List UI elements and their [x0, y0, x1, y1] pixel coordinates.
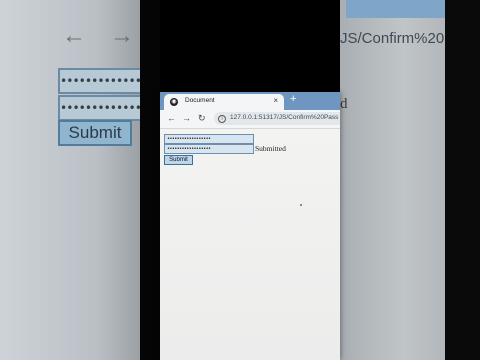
background-password-field: ••••••••••••••••••: [58, 68, 140, 94]
address-bar[interactable]: i 127.0.0.1:51317/JS/Confirm%20Pass: [214, 112, 340, 125]
browser-toolbar: ← → ↻ i 127.0.0.1:51317/JS/Confirm%20Pas…: [160, 110, 340, 129]
reload-icon[interactable]: ↻: [198, 113, 206, 124]
tab-strip: ◉ Document × +: [160, 92, 340, 110]
forward-arrow-icon[interactable]: →: [182, 113, 191, 123]
background-tab-strip: [346, 0, 445, 18]
tab-title: Document: [185, 97, 215, 104]
background-dark-edge: [445, 0, 480, 360]
submit-button[interactable]: Submit: [164, 155, 193, 165]
background-status-fragment: d: [340, 96, 348, 112]
tab-document[interactable]: ◉ Document ×: [164, 94, 284, 110]
background-forward-arrow-icon: →: [110, 22, 134, 49]
info-icon[interactable]: i: [218, 115, 226, 123]
favicon-icon: ◉: [170, 98, 178, 106]
background-dark-strip: [140, 0, 160, 360]
background-zoomed-left: ←→ •••••••••••••••••• ••••••••••••••••••…: [0, 0, 140, 360]
background-nav-arrows: ← →: [62, 22, 140, 50]
background-submit-button: Submit: [58, 120, 132, 146]
back-arrow-icon[interactable]: ←: [167, 113, 176, 123]
close-tab-icon[interactable]: ×: [273, 96, 278, 105]
new-tab-button[interactable]: +: [290, 93, 296, 105]
background-zoomed-right: JS/Confirm%20Pass d: [340, 0, 445, 360]
confirm-password-input[interactable]: ••••••••••••••••••: [164, 144, 254, 154]
page-content: •••••••••••••••••• •••••••••••••••••• Su…: [160, 129, 340, 360]
background-back-arrow-icon: ←: [62, 22, 86, 49]
url-text: 127.0.0.1:51317/JS/Confirm%20Pass: [230, 114, 339, 121]
background-url-fragment: JS/Confirm%20Pass: [340, 30, 445, 47]
background-confirm-field: ••••••••••••••••••: [58, 95, 140, 121]
mouse-cursor-icon: [300, 204, 302, 206]
password-input[interactable]: ••••••••••••••••••: [164, 134, 254, 144]
status-text: Submitted: [255, 144, 286, 153]
browser-window: ◉ Document × + ← → ↻ i 127.0.0.1:51317/J…: [160, 92, 340, 360]
